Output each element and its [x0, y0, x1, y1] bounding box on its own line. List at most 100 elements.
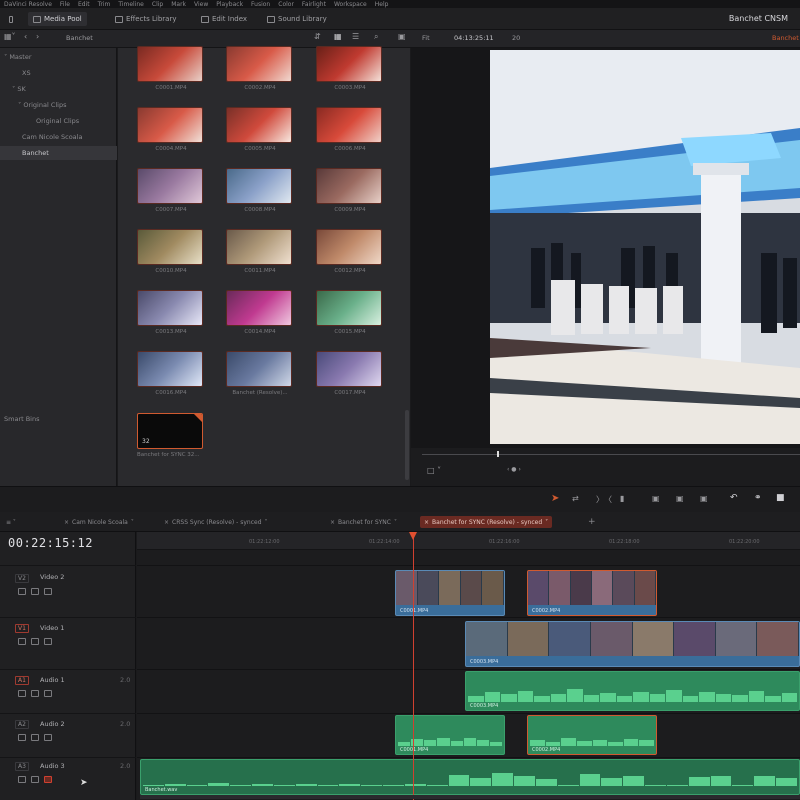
track-name[interactable]: Audio 3: [40, 762, 65, 770]
solo-icon[interactable]: [31, 690, 39, 697]
media-pool-button[interactable]: Media Pool: [28, 12, 87, 26]
track-id[interactable]: A1: [15, 676, 29, 685]
close-icon[interactable]: ×: [330, 519, 335, 526]
media-clip[interactable]: C0017.MP4: [316, 351, 384, 396]
bin-original-clips-sub[interactable]: Original Clips: [0, 114, 117, 128]
grid-view-icon[interactable]: ▦: [334, 32, 342, 41]
tab-banchet-synced[interactable]: × Banchet for SYNC (Resolve) - synced ˅: [420, 516, 553, 528]
solo-icon[interactable]: [31, 734, 39, 741]
media-clip[interactable]: C0009.MP4: [316, 168, 384, 213]
menu-file[interactable]: File: [60, 1, 70, 8]
viewer-scrub-bar[interactable]: [422, 454, 800, 455]
playhead[interactable]: [413, 532, 414, 800]
bin-cam-nicole-scoala[interactable]: Cam Nicole Scoala: [0, 130, 117, 144]
trim-tool-icon[interactable]: ⇄: [572, 494, 579, 503]
menu-timeline[interactable]: Timeline: [118, 1, 144, 8]
jog-controls[interactable]: ‹ ● ›: [507, 466, 521, 473]
auto-select-icon[interactable]: [31, 638, 39, 645]
menu-playback[interactable]: Playback: [216, 1, 243, 8]
playhead-handle[interactable]: [409, 532, 417, 540]
media-clip[interactable]: C0003.MP4: [316, 46, 384, 91]
sort-icon[interactable]: ⇵: [314, 32, 321, 41]
bin-banchet[interactable]: Banchet: [0, 146, 117, 160]
media-clip[interactable]: C0002.MP4: [226, 46, 294, 91]
insert-clip-icon[interactable]: ▣: [652, 494, 660, 503]
mute-icon[interactable]: [44, 776, 52, 783]
viewer-scrub-handle[interactable]: [497, 451, 499, 457]
search-icon[interactable]: ⌕: [374, 32, 378, 42]
bin-list-icon[interactable]: ▦˅: [4, 32, 16, 41]
blade-tool-icon[interactable]: ▮: [620, 494, 624, 503]
menu-workspace[interactable]: Workspace: [334, 1, 367, 8]
track-id[interactable]: A3: [15, 762, 29, 771]
close-icon[interactable]: ×: [424, 519, 429, 526]
media-clip[interactable]: C0005.MP4: [226, 107, 294, 152]
timeline-video-clip[interactable]: C0002.MP4: [527, 570, 657, 616]
track-id[interactable]: V1: [15, 624, 29, 633]
menu-help[interactable]: Help: [375, 1, 389, 8]
replace-clip-icon[interactable]: ▣: [700, 494, 708, 503]
menu-fusion[interactable]: Fusion: [251, 1, 270, 8]
lock-icon[interactable]: [18, 638, 26, 645]
link-icon[interactable]: ⚭: [754, 493, 762, 503]
media-clip[interactable]: C0016.MP4: [137, 351, 205, 396]
media-clip[interactable]: Banchet (Resolve)...: [226, 351, 294, 396]
media-clip[interactable]: C0004.MP4: [137, 107, 205, 152]
lock-icon[interactable]: [18, 776, 26, 783]
menu-view[interactable]: View: [194, 1, 208, 8]
edit-index-button[interactable]: Edit Index: [196, 12, 252, 26]
timeline-audio-clip[interactable]: C0001.MP4: [395, 715, 505, 755]
menu-clip[interactable]: Clip: [152, 1, 163, 8]
timeline-ruler[interactable]: 01:22:12:00 01:22:14:00 01:22:16:00 01:2…: [137, 532, 800, 550]
media-clip[interactable]: C0015.MP4: [316, 290, 384, 335]
sound-library-button[interactable]: Sound Library: [262, 12, 332, 26]
track-visibility-icon[interactable]: [44, 638, 52, 645]
timeline-audio-clip[interactable]: C0003.MP4: [465, 671, 800, 711]
nav-forward-icon[interactable]: ›: [36, 32, 39, 41]
workspace-icon[interactable]: [4, 12, 18, 26]
overwrite-clip-icon[interactable]: ▣: [676, 494, 684, 503]
menu-edit[interactable]: Edit: [78, 1, 90, 8]
mute-icon[interactable]: [44, 734, 52, 741]
bin-sk[interactable]: ˅ SK: [0, 82, 117, 96]
bin-xs[interactable]: XS: [0, 66, 117, 80]
media-clip[interactable]: C0013.MP4: [137, 290, 205, 335]
media-clip[interactable]: C0006.MP4: [316, 107, 384, 152]
lock-icon[interactable]: [18, 588, 26, 595]
media-clip[interactable]: C0011.MP4: [226, 229, 294, 274]
mute-icon[interactable]: [44, 690, 52, 697]
lock-icon[interactable]: [18, 734, 26, 741]
snapping-icon[interactable]: ↶: [730, 493, 738, 503]
menu-app[interactable]: DaVinci Resolve: [4, 1, 52, 8]
timeline-clip-item[interactable]: 32 Banchet for SYNC 32...: [137, 413, 205, 458]
viewer-timecode[interactable]: 04:13:25:11: [454, 34, 494, 42]
tab-banchet-for-sync[interactable]: × Banchet for SYNC ˅: [326, 516, 401, 528]
close-icon[interactable]: ×: [64, 519, 69, 526]
timeline-audio-clip[interactable]: Banchet.wav: [140, 759, 800, 795]
tab-crss-sync[interactable]: × CRSS Sync (Resolve) - synced ˅: [160, 516, 272, 528]
source-viewer[interactable]: [411, 48, 800, 463]
timeline-video-clip[interactable]: C0003.MP4: [465, 621, 800, 667]
timeline-scrollbar[interactable]: [140, 795, 800, 799]
timeline-timecode[interactable]: 00:22:15:12: [8, 536, 93, 550]
zoom-fit-select[interactable]: Fit: [422, 34, 430, 42]
track-name[interactable]: Video 2: [40, 573, 64, 581]
timeline-audio-clip[interactable]: C0002.MP4: [527, 715, 657, 755]
list-view-icon[interactable]: ☰: [352, 32, 359, 41]
media-clip[interactable]: C0014.MP4: [226, 290, 294, 335]
media-clip[interactable]: C0010.MP4: [137, 229, 205, 274]
track-visibility-icon[interactable]: [44, 588, 52, 595]
bin-master[interactable]: ˅ Master: [0, 50, 117, 64]
media-clip[interactable]: C0008.MP4: [226, 168, 294, 213]
media-clip[interactable]: C0001.MP4: [137, 46, 205, 91]
smart-bins-header[interactable]: Smart Bins: [0, 412, 117, 426]
menu-trim[interactable]: Trim: [98, 1, 111, 8]
add-tab-icon[interactable]: +: [584, 516, 600, 528]
track-name[interactable]: Video 1: [40, 624, 64, 632]
viewer-options-icon[interactable]: □ ˅: [427, 466, 441, 475]
selection-tool-icon[interactable]: ➤: [551, 493, 559, 504]
dynamic-trim-icon[interactable]: 〉〈: [596, 494, 612, 505]
tab-cam-nicole-scoala[interactable]: × Cam Nicole Scoala ˅: [60, 516, 138, 528]
tabs-menu-icon[interactable]: ≡ ˅: [2, 516, 20, 528]
track-id[interactable]: V2: [15, 574, 29, 583]
